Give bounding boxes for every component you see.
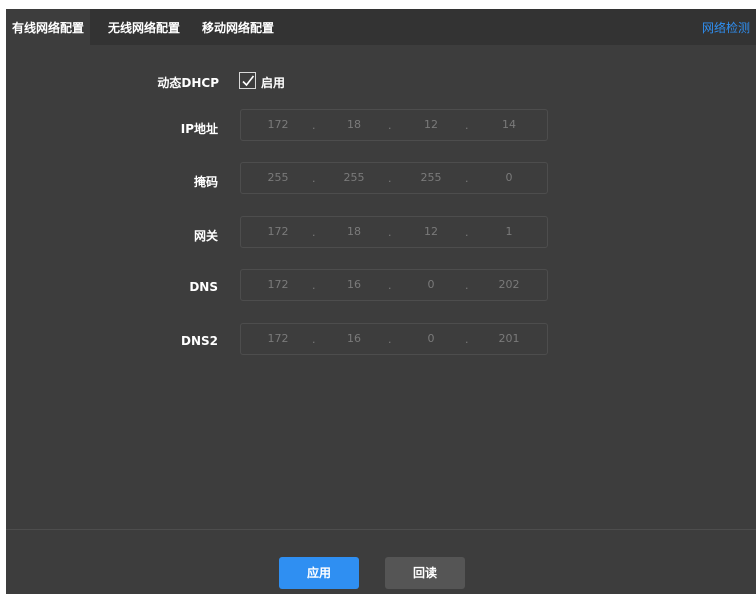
mask-separator: . — [465, 172, 469, 185]
dns2-octet-1[interactable]: 172 — [258, 324, 298, 354]
gateway-separator: . — [388, 226, 392, 239]
gateway-separator: . — [465, 226, 469, 239]
network-config-panel: 有线网络配置 无线网络配置 移动网络配置 网络检测 动态DHCP 启用 IP地址… — [6, 9, 756, 594]
ip-address-field[interactable]: 172 . 18 . 12 . 14 — [240, 109, 548, 141]
dns2-octet-4[interactable]: 201 — [489, 324, 529, 354]
dns-separator: . — [388, 279, 392, 292]
gateway-octet-4[interactable]: 1 — [489, 217, 529, 247]
ip-octet-1[interactable]: 172 — [258, 110, 298, 140]
dhcp-enable-label: 启用 — [261, 76, 286, 90]
dns-field[interactable]: 172 . 16 . 0 . 202 — [240, 269, 548, 301]
tab-mobile-network[interactable]: 移动网络配置 — [202, 9, 274, 45]
dns-octet-2[interactable]: 16 — [334, 270, 374, 300]
mask-octet-3[interactable]: 255 — [411, 163, 451, 193]
dns-separator: . — [312, 279, 316, 292]
gateway-octet-3[interactable]: 12 — [411, 217, 451, 247]
apply-button[interactable]: 应用 — [279, 557, 359, 589]
tab-bar: 有线网络配置 无线网络配置 移动网络配置 网络检测 — [6, 9, 756, 45]
gateway-field[interactable]: 172 . 18 . 12 . 1 — [240, 216, 548, 248]
dns-octet-3[interactable]: 0 — [411, 270, 451, 300]
mask-octet-1[interactable]: 255 — [258, 163, 298, 193]
gateway-separator: . — [312, 226, 316, 239]
dns-octet-1[interactable]: 172 — [258, 270, 298, 300]
dns2-separator: . — [465, 333, 469, 346]
ip-octet-3[interactable]: 12 — [411, 110, 451, 140]
footer-divider — [6, 529, 756, 530]
mask-label: 掩码 — [193, 175, 218, 189]
mask-field[interactable]: 255 . 255 . 255 . 0 — [240, 162, 548, 194]
dns2-octet-2[interactable]: 16 — [334, 324, 374, 354]
gateway-octet-2[interactable]: 18 — [334, 217, 374, 247]
dns2-separator: . — [388, 333, 392, 346]
ip-octet-2[interactable]: 18 — [334, 110, 374, 140]
read-back-button[interactable]: 回读 — [385, 557, 465, 589]
gateway-label: 网关 — [193, 229, 218, 243]
mask-octet-2[interactable]: 255 — [334, 163, 374, 193]
ip-separator: . — [465, 119, 469, 132]
network-check-link[interactable]: 网络检测 — [702, 9, 750, 45]
mask-separator: . — [312, 172, 316, 185]
tab-wireless-network[interactable]: 无线网络配置 — [108, 9, 180, 45]
dns-octet-4[interactable]: 202 — [489, 270, 529, 300]
check-icon — [242, 75, 255, 87]
dhcp-checkbox[interactable] — [239, 72, 256, 89]
dns2-field[interactable]: 172 . 16 . 0 . 201 — [240, 323, 548, 355]
mask-octet-4[interactable]: 0 — [489, 163, 529, 193]
mask-separator: . — [388, 172, 392, 185]
ip-separator: . — [388, 119, 392, 132]
dns2-separator: . — [312, 333, 316, 346]
gateway-octet-1[interactable]: 172 — [258, 217, 298, 247]
ip-octet-4[interactable]: 14 — [489, 110, 529, 140]
dhcp-label: 动态DHCP — [157, 76, 219, 90]
dns2-octet-3[interactable]: 0 — [411, 324, 451, 354]
ip-separator: . — [312, 119, 316, 132]
dns-label: DNS — [189, 280, 218, 294]
dns2-label: DNS2 — [181, 334, 218, 348]
dns-separator: . — [465, 279, 469, 292]
ip-address-label: IP地址 — [180, 122, 218, 136]
tab-wired-network[interactable]: 有线网络配置 — [6, 9, 91, 45]
